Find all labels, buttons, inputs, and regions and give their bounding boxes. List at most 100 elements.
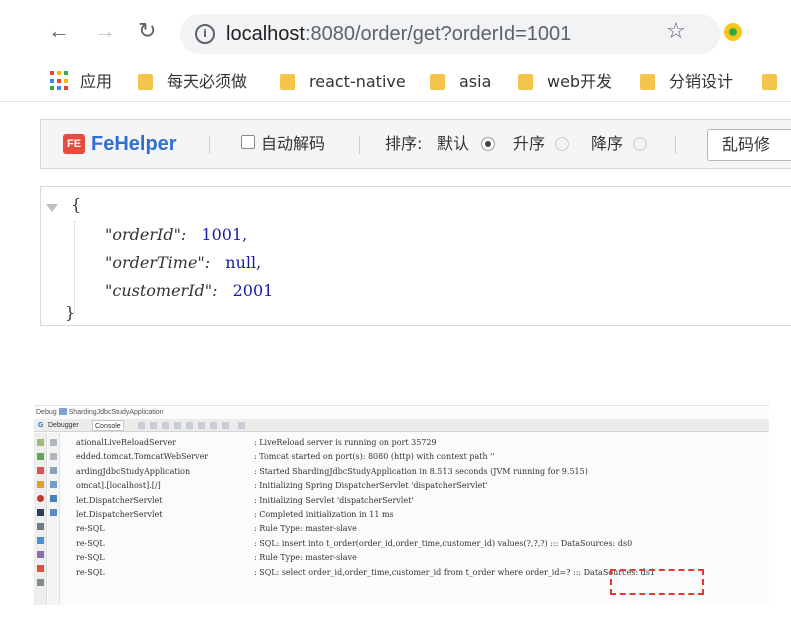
help-icon[interactable] xyxy=(37,579,44,586)
toolbar-step-icon[interactable] xyxy=(174,422,181,429)
log-message: : Started ShardingJdbcStudyApplication i… xyxy=(254,466,588,476)
folder-icon xyxy=(138,74,153,90)
debug-title-bar: Debug ShardingJdbcStudyApplication xyxy=(34,406,769,419)
toolbar-step-icon[interactable] xyxy=(138,422,145,429)
json-key: "customerId": xyxy=(105,281,218,300)
sort-asc-radio[interactable] xyxy=(555,137,569,151)
collapse-triangle-icon[interactable] xyxy=(46,204,58,212)
bookmark-folder-distribution[interactable]: 分销设计 xyxy=(640,71,733,93)
json-key: "orderId": xyxy=(105,225,187,244)
up-arrow-icon[interactable] xyxy=(50,439,57,446)
view-breakpoints-icon[interactable] xyxy=(37,481,44,488)
tab-debugger[interactable]: Debugger xyxy=(46,420,81,431)
ide-debug-panel: Debug ShardingJdbcStudyApplication G Debu… xyxy=(34,405,769,605)
bookmark-label: 应用 xyxy=(80,72,113,91)
log-message: : Tomcat started on port(s): 8080 (http)… xyxy=(254,452,495,462)
bookmark-folder-overflow[interactable] xyxy=(762,71,791,93)
bookmarks-bar: 应用 每天必须做 react-native asia web开发 分销设计 xyxy=(0,62,791,102)
sort-label: 排序: xyxy=(385,134,423,153)
run-config-name[interactable]: ShardingJdbcStudyApplication xyxy=(69,409,164,416)
rerun-icon[interactable] xyxy=(37,439,44,446)
log-source: re-SQL xyxy=(76,538,105,548)
debug-actions-gutter xyxy=(34,433,47,605)
toolbar-step-icon[interactable] xyxy=(198,422,205,429)
auto-decode-checkbox[interactable] xyxy=(241,135,255,149)
get-thread-dump-icon[interactable] xyxy=(37,509,44,516)
scroll-to-end-icon[interactable] xyxy=(50,481,57,488)
log-message: : Initializing Servlet 'dispatcherServle… xyxy=(254,495,414,505)
bookmark-star-icon[interactable]: ☆ xyxy=(666,20,686,42)
json-entry-order-time: "orderTime": null, xyxy=(105,253,261,273)
toolbar-step-icon[interactable] xyxy=(162,422,169,429)
settings-icon[interactable] xyxy=(37,523,44,530)
stop-icon[interactable] xyxy=(37,467,44,474)
console-output: ationalLiveReloadServer: LiveReload serv… xyxy=(62,436,769,580)
pin-icon[interactable] xyxy=(37,551,44,558)
log-source: ationalLiveReloadServer xyxy=(76,438,177,447)
divider xyxy=(359,136,360,154)
reload-icon[interactable]: ↻ xyxy=(138,20,156,42)
log-line: let.DispatcherServlet: Completed initial… xyxy=(62,508,769,522)
print-icon[interactable] xyxy=(50,495,57,502)
close-icon[interactable] xyxy=(37,565,44,572)
back-arrow-icon[interactable]: ← xyxy=(48,20,70,42)
forward-arrow-icon[interactable]: → xyxy=(94,20,116,42)
tab-console[interactable]: Console xyxy=(92,420,124,431)
url-text[interactable]: localhost:8080/order/get?orderId=1001 xyxy=(226,22,571,46)
folder-icon xyxy=(640,74,655,90)
toolbar-step-icon[interactable] xyxy=(222,422,229,429)
toolbar-step-icon[interactable] xyxy=(210,422,217,429)
sort-default-radio[interactable] xyxy=(481,137,495,151)
address-bar[interactable]: i localhost:8080/order/get?orderId=1001 xyxy=(180,14,720,54)
json-close-brace: } xyxy=(65,303,76,322)
json-open-brace: { xyxy=(71,195,82,214)
indent-guide xyxy=(74,221,75,313)
log-source: let.DispatcherServlet xyxy=(76,509,163,519)
bookmark-folder-asia[interactable]: asia xyxy=(430,71,491,93)
bookmark-folder-react-native[interactable]: react-native xyxy=(280,71,406,93)
folder-icon xyxy=(430,74,445,90)
log-message: : Rule Type: master-slave xyxy=(254,524,357,534)
mute-breakpoints-icon[interactable] xyxy=(37,495,44,502)
resume-icon[interactable]: G xyxy=(36,420,45,431)
bookmark-label: web开发 xyxy=(547,72,613,91)
toolbar-grid-icon[interactable] xyxy=(238,422,245,429)
log-line: ardingJdbcStudyApplication : Started Shar… xyxy=(62,465,769,479)
folder-icon xyxy=(518,74,533,90)
log-message: : Rule Type: master-slave xyxy=(254,553,357,563)
log-source: let.DispatcherServlet xyxy=(76,495,163,505)
resume-program-icon[interactable] xyxy=(37,453,44,460)
layout-icon[interactable] xyxy=(37,537,44,544)
debug-title: Debug xyxy=(36,409,57,416)
log-line: ationalLiveReloadServer: LiveReload serv… xyxy=(62,436,769,450)
toolbar-step-icon[interactable] xyxy=(150,422,157,429)
log-message: : Initializing Spring DispatcherServlet … xyxy=(254,481,488,491)
json-entry-customer-id: "customerId": 2001 xyxy=(105,281,273,301)
toolbar-step-icon[interactable] xyxy=(186,422,193,429)
soft-wrap-icon[interactable] xyxy=(50,467,57,474)
sort-desc-label: 降序 xyxy=(591,134,624,153)
garble-fix-button[interactable]: 乱码修 xyxy=(707,129,791,161)
json-viewer: { "orderId": 1001, "orderTime": null, "c… xyxy=(40,186,791,326)
log-line: re-SQL : Rule Type: master-slave xyxy=(62,551,769,565)
browser-window: ← → ↻ i localhost:8080/order/get?orderId… xyxy=(0,0,791,360)
bookmark-folder-web-dev[interactable]: web开发 xyxy=(518,71,612,93)
apps-grid-icon[interactable] xyxy=(50,71,70,91)
bookmark-label: 每天必须做 xyxy=(167,72,248,91)
json-entry-order-id: "orderId": 1001, xyxy=(105,225,247,245)
extension-icon[interactable] xyxy=(724,23,742,41)
info-icon[interactable]: i xyxy=(195,24,215,44)
log-line: edded.tomcat.TomcatWebServer: Tomcat sta… xyxy=(62,450,769,464)
bookmark-label: asia xyxy=(459,72,492,91)
log-line: let.DispatcherServlet : Initializing Serv… xyxy=(62,494,769,508)
log-line: omcat].[localhost].[/]: Initializing Spr… xyxy=(62,479,769,493)
sort-desc-radio[interactable] xyxy=(633,137,647,151)
down-arrow-icon[interactable] xyxy=(50,453,57,460)
sort-asc-label: 升序 xyxy=(513,134,546,153)
clear-all-icon[interactable] xyxy=(50,509,57,516)
bookmark-folder-daily[interactable]: 每天必须做 xyxy=(138,71,247,93)
folder-icon xyxy=(280,74,295,90)
bookmark-apps[interactable]: 应用 xyxy=(80,71,112,93)
log-source: re-SQL xyxy=(76,553,105,563)
log-source: ardingJdbcStudyApplication xyxy=(76,466,191,476)
